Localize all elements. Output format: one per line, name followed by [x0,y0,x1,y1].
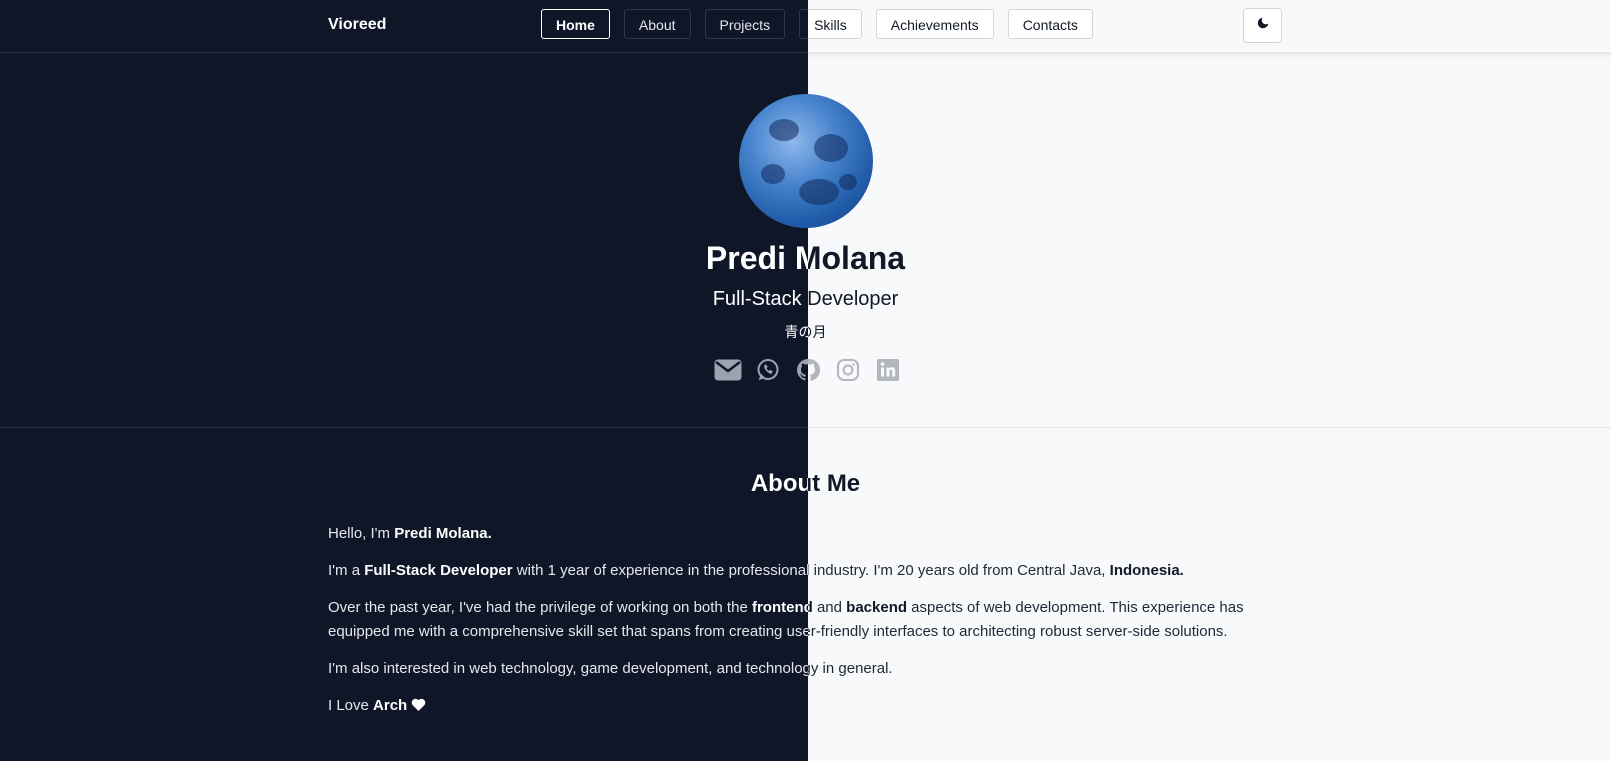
hero-name: Predi Molana [808,240,906,276]
about-text: I Love [328,697,374,714]
about-text: I'm a [328,562,365,579]
email-icon[interactable] [714,356,742,384]
about-paragraph-5: I Love Arch [328,694,808,718]
navbar: Vioreed Home About Projects Skills Achie… [0,0,808,53]
hero-role: Full-Stack Developer [712,288,808,310]
about-paragraph-2: I'm a Full-Stack Developer with 1 year o… [328,559,808,583]
nav-links: Home About Projects Skills Achievements … [808,9,1093,39]
nav-link-contacts[interactable]: Contacts [1007,9,1093,39]
about-body: Hello, I'm Predi Molana. I'm a Full-Stac… [808,522,1288,731]
github-icon[interactable] [794,356,808,384]
nav-link-about[interactable]: About [623,9,691,39]
hero-role: Full-Stack Developer [808,288,899,310]
brand-logo[interactable]: Vioreed [328,16,386,34]
about-frontend: frontend [751,599,808,616]
about-text: with 1 year of experience in the profess… [516,562,808,579]
nav-link-achievements[interactable]: Achievements [875,9,994,39]
about-name: Predi Molana. [394,525,492,542]
nav-link-projects[interactable]: Projects [704,9,786,39]
social-links [808,356,902,384]
heart-icon [411,697,426,714]
about-role: Full-Stack Developer [364,562,513,579]
social-links [714,356,808,384]
about-paragraph-2: I'm a Full-Stack Developer with 1 year o… [808,559,1288,583]
about-paragraph-1: Hello, I'm Predi Molana. [808,522,1288,546]
about-paragraph-5: I Love Arch [808,694,1288,718]
nav-link-skills[interactable]: Skills [808,9,862,39]
hero-japanese-subtitle: 青の月 [784,324,809,340]
nav-link-skills[interactable]: Skills [799,9,808,39]
hero-name: Predi Molana [705,240,808,276]
navbar: Vioreed Home About Projects Skills Achie… [808,0,1611,53]
about-backend: backend [846,599,908,616]
whatsapp-icon[interactable] [754,356,782,384]
about-text: Over the past year, I've had the privile… [328,599,752,616]
about-text: with 1 year of experience in the profess… [808,562,1106,579]
about-body: Hello, I'm Predi Molana. I'm a Full-Stac… [328,522,808,731]
about-title: About Me [750,470,808,497]
about-paragraph-3: Over the past year, I've had the privile… [808,596,1288,644]
page-light: Vioreed Home About Projects Skills Achie… [808,0,1611,761]
about-paragraph-3: Over the past year, I've had the privile… [328,596,808,644]
about-country: Indonesia. [1109,562,1184,579]
nav-link-home[interactable]: Home [541,9,610,39]
about-arch: Arch [373,697,408,714]
light-theme-half: Vioreed Home About Projects Skills Achie… [808,0,1611,761]
about-paragraph-1: Hello, I'm Predi Molana. [328,522,808,546]
github-icon[interactable] [808,356,822,384]
page-dark: Vioreed Home About Projects Skills Achie… [0,0,808,761]
dark-theme-half: Vioreed Home About Projects Skills Achie… [0,0,808,761]
linkedin-icon[interactable] [874,356,902,384]
instagram-icon[interactable] [834,356,862,384]
section-divider [0,427,808,428]
theme-toggle-button[interactable] [1243,8,1282,43]
about-paragraph-4: I'm also interested in web technology, g… [328,660,808,677]
section-divider [808,427,1611,428]
moon-icon [1256,16,1270,35]
avatar [739,94,808,228]
avatar [808,94,873,228]
about-text: and [812,599,847,616]
about-text: Hello, I'm [328,525,395,542]
nav-links: Home About Projects Skills Achievements … [541,9,808,39]
about-title: About Me [808,470,861,497]
hero-japanese-subtitle: 青の月 [808,324,827,340]
about-paragraph-4: I'm also interested in web technology, g… [808,660,893,677]
